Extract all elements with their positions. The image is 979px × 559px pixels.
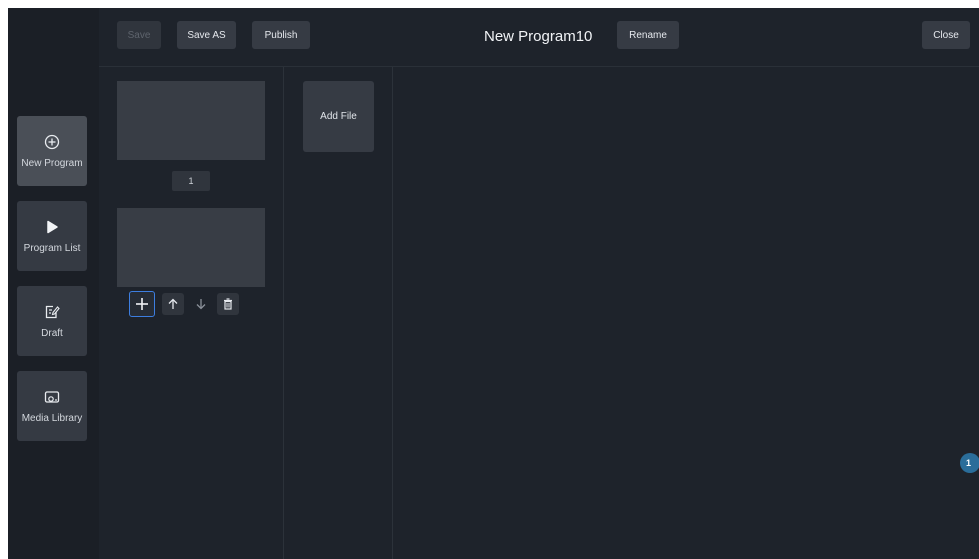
app-window: New Program Program List Draft Media Lib… [8,8,979,559]
floating-badge[interactable]: 1 [960,453,979,473]
add-file-button[interactable]: Add File [303,81,374,152]
sidebar-item-label: Media Library [21,412,83,424]
sidebar-item-label: New Program [21,157,83,169]
sidebar-item-program-list[interactable]: Program List [17,201,87,271]
media-library-icon [44,390,60,403]
preview-canvas[interactable] [393,67,979,559]
close-button[interactable]: Close [922,21,970,49]
page-thumbnail[interactable] [117,81,265,160]
top-toolbar: Save Save AS Publish New Program10 Renam… [99,8,979,66]
move-down-button[interactable] [190,293,212,315]
trash-icon [224,298,232,310]
sidebar: New Program Program List Draft Media Lib… [8,8,99,559]
move-up-button[interactable] [162,293,184,315]
rename-button[interactable]: Rename [617,21,679,49]
save-as-button[interactable]: Save AS [177,21,236,49]
plus-circle-icon [44,134,60,149]
program-title: New Program10 [484,27,593,45]
plus-icon [136,298,148,310]
edit-icon [45,305,60,318]
editor-area: 1 Add File [99,66,979,559]
page-list-panel: 1 [99,67,284,559]
file-panel: Add File [284,67,393,559]
delete-page-button[interactable] [217,293,239,315]
sidebar-item-new-program[interactable]: New Program [17,116,87,186]
arrow-down-icon [196,299,206,310]
sidebar-item-label: Program List [23,242,81,254]
save-button[interactable]: Save [117,21,161,49]
page-number: 1 [172,171,210,191]
arrow-up-icon [168,298,178,309]
add-page-button[interactable] [129,291,155,317]
play-icon [47,220,58,233]
sidebar-item-media-library[interactable]: Media Library [17,371,87,441]
sidebar-item-draft[interactable]: Draft [17,286,87,356]
publish-button[interactable]: Publish [252,21,310,49]
sidebar-item-label: Draft [41,327,63,339]
new-page-thumbnail[interactable] [117,208,265,287]
